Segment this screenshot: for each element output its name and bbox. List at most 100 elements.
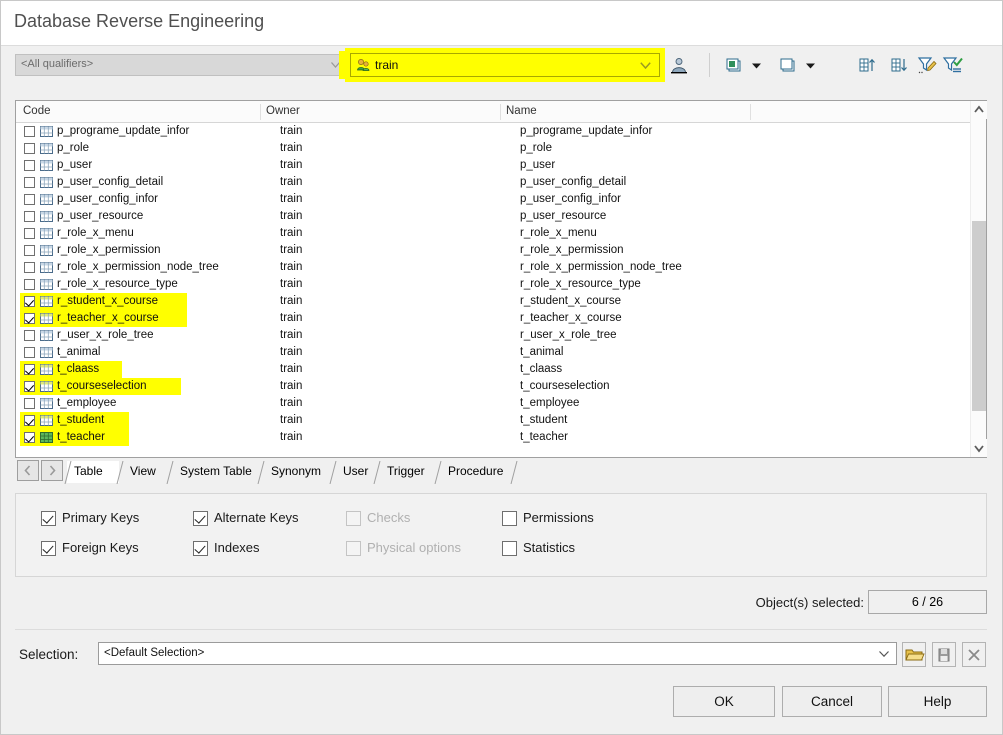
column-header-owner[interactable]: Owner: [266, 105, 300, 117]
tab-system-table[interactable]: System Table: [173, 461, 260, 483]
tab-scroll-next-button[interactable]: [41, 460, 63, 481]
ok-button[interactable]: OK: [673, 686, 775, 717]
scroll-down-icon[interactable]: [971, 439, 987, 457]
object-list[interactable]: Code Owner Name p_programe_update_infort…: [15, 100, 987, 458]
row-checkbox[interactable]: [24, 313, 35, 324]
user-profile-icon[interactable]: [669, 55, 689, 75]
apply-filter-icon[interactable]: [942, 55, 962, 75]
select-all-dropdown-caret[interactable]: [752, 63, 761, 69]
table-row[interactable]: r_role_x_menutrainr_role_x_menu: [16, 225, 972, 242]
row-name: r_role_x_permission_node_tree: [520, 261, 682, 273]
option-checkbox[interactable]: [193, 511, 208, 526]
scrollbar-thumb[interactable]: [972, 221, 986, 411]
row-checkbox[interactable]: [24, 245, 35, 256]
row-checkbox[interactable]: [24, 177, 35, 188]
row-code: r_teacher_x_course: [57, 312, 159, 324]
qualifier-select[interactable]: <All qualifiers>: [15, 54, 347, 76]
table-row[interactable]: r_role_x_permissiontrainr_role_x_permiss…: [16, 242, 972, 259]
table-row[interactable]: t_studenttraint_student: [16, 412, 972, 429]
table-row[interactable]: t_teachertraint_teacher: [16, 429, 972, 446]
row-owner: train: [280, 363, 302, 375]
deselect-all-icon[interactable]: [778, 55, 798, 75]
reverse-options-group: Primary KeysAlternate KeysChecksPermissi…: [15, 493, 987, 577]
row-owner: train: [280, 431, 302, 443]
row-name: p_user_config_infor: [520, 193, 621, 205]
row-checkbox[interactable]: [24, 364, 35, 375]
option-checkbox[interactable]: [41, 511, 56, 526]
row-checkbox[interactable]: [24, 381, 35, 392]
row-checkbox[interactable]: [24, 211, 35, 222]
table-row[interactable]: p_roletrainp_role: [16, 140, 972, 157]
row-checkbox[interactable]: [24, 347, 35, 358]
table-row[interactable]: r_user_x_role_treetrainr_user_x_role_tre…: [16, 327, 972, 344]
cancel-button[interactable]: Cancel: [782, 686, 882, 717]
row-checkbox[interactable]: [24, 296, 35, 307]
select-all-icon[interactable]: [724, 55, 744, 75]
tab-scroll-prev-button[interactable]: [17, 460, 39, 481]
open-selection-button[interactable]: [902, 642, 926, 667]
table-icon: [40, 313, 53, 324]
sort-descending-icon[interactable]: [889, 55, 909, 75]
row-checkbox[interactable]: [24, 126, 35, 137]
row-checkbox[interactable]: [24, 262, 35, 273]
table-row[interactable]: p_user_config_detailtrainp_user_config_d…: [16, 174, 972, 191]
table-row[interactable]: t_courseselectiontraint_courseselection: [16, 378, 972, 395]
column-header-name[interactable]: Name: [506, 105, 537, 117]
row-name: p_user_resource: [520, 210, 606, 222]
tab-synonym[interactable]: Synonym: [264, 461, 332, 483]
row-checkbox[interactable]: [24, 228, 35, 239]
table-row[interactable]: p_usertrainp_user: [16, 157, 972, 174]
column-divider[interactable]: [260, 104, 261, 120]
row-checkbox[interactable]: [24, 415, 35, 426]
deselect-all-dropdown-caret[interactable]: [806, 63, 815, 69]
row-checkbox[interactable]: [24, 398, 35, 409]
tab-table[interactable]: Table: [67, 461, 119, 483]
table-row[interactable]: r_student_x_coursetrainr_student_x_cours…: [16, 293, 972, 310]
table-row[interactable]: t_animaltraint_animal: [16, 344, 972, 361]
table-row[interactable]: t_employeetraint_employee: [16, 395, 972, 412]
help-button[interactable]: Help: [888, 686, 987, 717]
table-icon: [40, 347, 53, 358]
option-checkbox[interactable]: [502, 541, 517, 556]
column-header-code[interactable]: Code: [23, 105, 51, 117]
table-icon: [40, 228, 53, 239]
row-code: r_role_x_permission_node_tree: [57, 261, 219, 273]
edit-filter-icon[interactable]: [917, 55, 937, 75]
save-selection-button[interactable]: [932, 642, 956, 667]
tab-user[interactable]: User: [336, 461, 376, 483]
row-checkbox[interactable]: [24, 279, 35, 290]
table-row[interactable]: p_user_config_infortrainp_user_config_in…: [16, 191, 972, 208]
table-row[interactable]: r_teacher_x_coursetrainr_teacher_x_cours…: [16, 310, 972, 327]
option-checkbox[interactable]: [193, 541, 208, 556]
tab-trigger[interactable]: Trigger: [380, 461, 437, 483]
table-row[interactable]: t_claasstraint_claass: [16, 361, 972, 378]
table-row[interactable]: r_role_x_permission_node_treetrainr_role…: [16, 259, 972, 276]
list-vertical-scrollbar[interactable]: [970, 101, 986, 457]
delete-selection-button[interactable]: [962, 642, 986, 667]
row-name: t_animal: [520, 346, 563, 358]
sort-ascending-icon[interactable]: [857, 55, 877, 75]
table-row[interactable]: r_role_x_resource_typetrainr_role_x_reso…: [16, 276, 972, 293]
scroll-up-icon[interactable]: [971, 101, 987, 119]
table-icon: [40, 381, 53, 392]
column-divider[interactable]: [750, 104, 751, 120]
row-owner: train: [280, 142, 302, 154]
row-checkbox[interactable]: [24, 432, 35, 443]
row-checkbox[interactable]: [24, 160, 35, 171]
option-checkbox[interactable]: [41, 541, 56, 556]
option-checkbox[interactable]: [502, 511, 517, 526]
user-select[interactable]: train: [350, 53, 660, 77]
table-row[interactable]: p_programe_update_infortrainp_programe_u…: [16, 123, 972, 140]
row-name: t_claass: [520, 363, 562, 375]
column-divider[interactable]: [500, 104, 501, 120]
tab-view[interactable]: View: [123, 461, 169, 483]
row-checkbox[interactable]: [24, 330, 35, 341]
table-row[interactable]: p_user_resourcetrainp_user_resource: [16, 208, 972, 225]
object-type-tabs: TableViewSystem TableSynonymUserTriggerP…: [15, 459, 987, 484]
tab-procedure[interactable]: Procedure: [441, 461, 513, 483]
selection-select[interactable]: <Default Selection>: [98, 642, 897, 665]
row-checkbox[interactable]: [24, 143, 35, 154]
row-checkbox[interactable]: [24, 194, 35, 205]
table-icon: [40, 279, 53, 290]
close-icon: [963, 643, 985, 666]
